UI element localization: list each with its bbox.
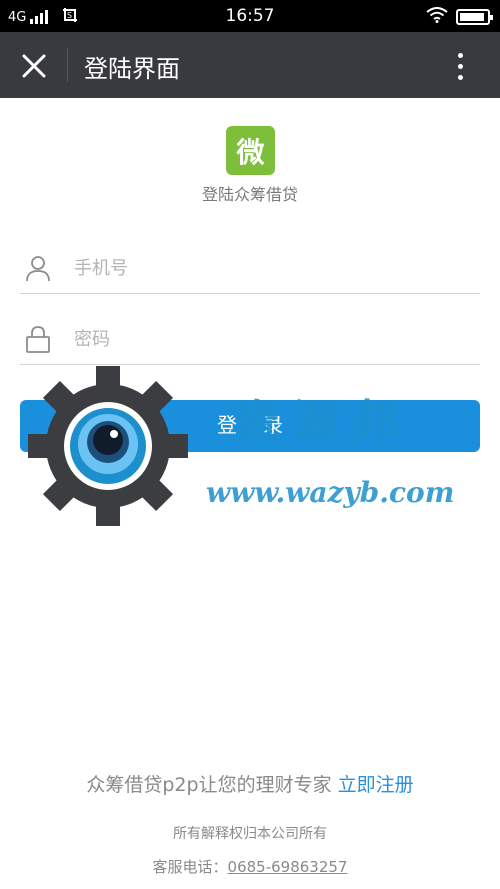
title-bar: 登陆界面 <box>0 32 500 98</box>
more-button[interactable] <box>442 48 478 84</box>
more-dot <box>457 63 463 69</box>
app-name: 登陆众筹借贷 <box>201 185 298 204</box>
battery-fill <box>460 13 484 21</box>
battery-icon <box>456 9 493 25</box>
logo-glyph: 微 <box>236 135 265 169</box>
service-line: 客服电话：0685-69863257 <box>0 856 500 877</box>
user-icon <box>26 256 50 282</box>
app-logo: 微 <box>226 126 275 175</box>
page-title: 登陆界面 <box>84 55 180 83</box>
watermark-url: www.wazyb.com <box>206 476 455 509</box>
status-right <box>426 7 493 27</box>
slogan-text: 众筹借贷p2p让您的理财专家 <box>86 774 332 796</box>
slogan-line: 众筹借贷p2p让您的理财专家 立即注册 <box>0 770 500 797</box>
title-divider <box>67 48 68 82</box>
lock-icon <box>26 326 50 353</box>
rights-notice: 所有解释权归本公司所有 <box>173 826 327 842</box>
wifi-icon <box>426 7 448 27</box>
more-dot <box>457 52 463 58</box>
close-icon <box>22 54 46 78</box>
service-phone-link[interactable]: 0685-69863257 <box>228 858 348 876</box>
password-field <box>20 313 480 365</box>
close-button[interactable] <box>14 46 54 86</box>
phone-input[interactable] <box>74 252 474 284</box>
register-link[interactable]: 立即注册 <box>338 774 414 796</box>
service-label: 客服电话： <box>152 858 228 876</box>
password-input[interactable] <box>74 323 474 355</box>
login-button[interactable]: 登录 <box>20 400 480 452</box>
more-dot <box>457 74 463 80</box>
phone-field <box>20 242 480 294</box>
status-bar: 4G S 16:57 <box>0 0 500 32</box>
status-time: 16:57 <box>225 6 275 26</box>
